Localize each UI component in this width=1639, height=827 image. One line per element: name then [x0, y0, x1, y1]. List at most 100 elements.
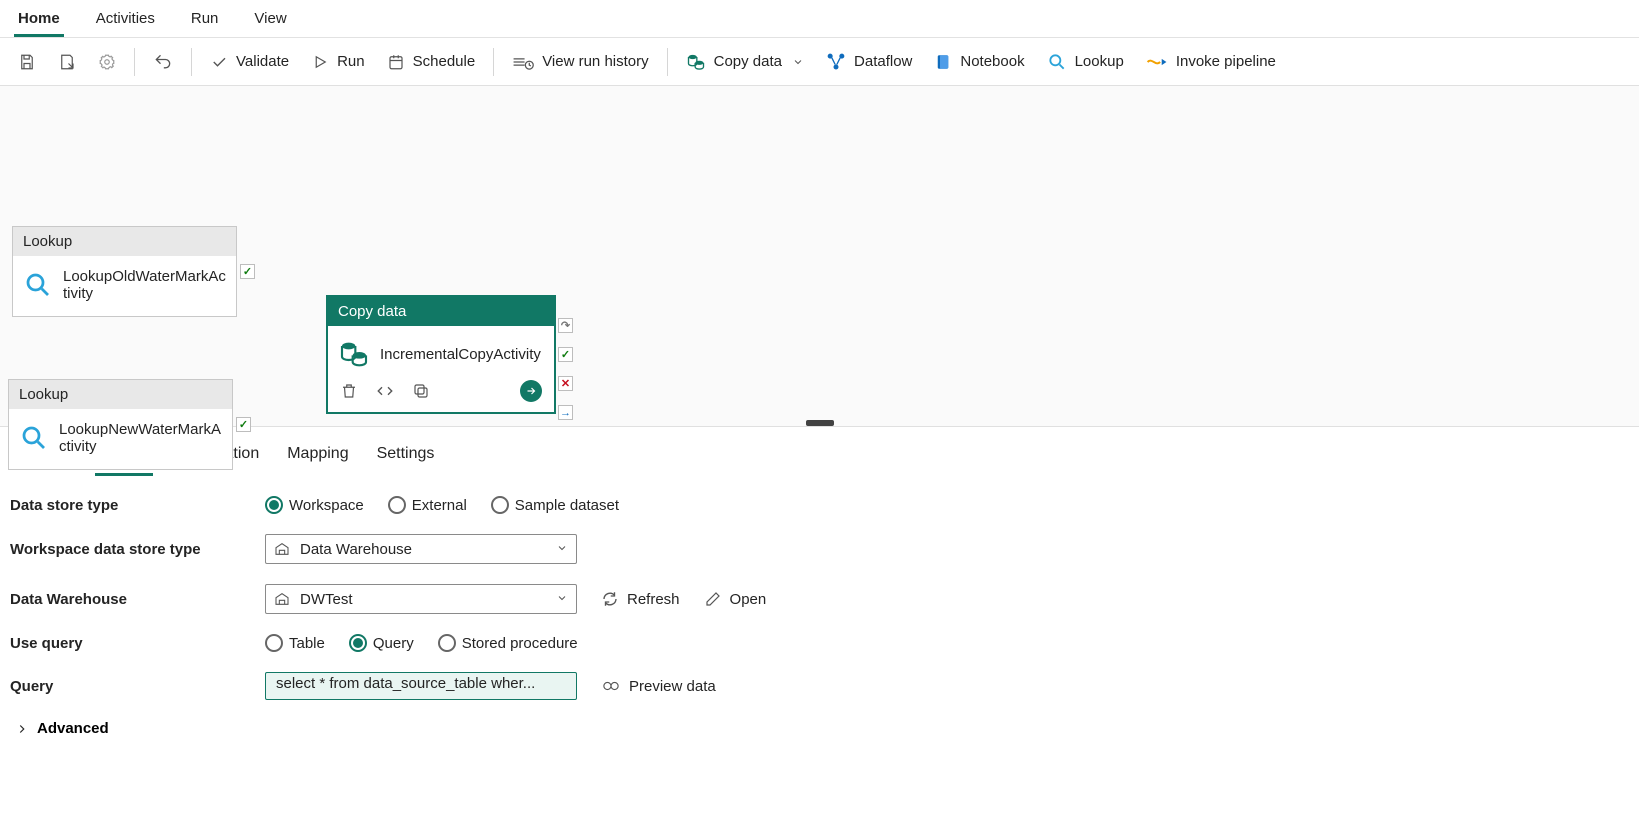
- tab-mapping[interactable]: Mapping: [285, 441, 350, 476]
- ws-type-dropdown[interactable]: Data Warehouse: [265, 534, 577, 564]
- view-history-label: View run history: [542, 53, 648, 70]
- notebook-button[interactable]: Notebook: [924, 47, 1034, 77]
- lookup-icon: [1047, 52, 1067, 72]
- node-lookup-new[interactable]: Lookup LookupNewWaterMarkActivity: [8, 379, 233, 470]
- port-success[interactable]: ✓: [558, 347, 573, 362]
- settings-button[interactable]: [88, 47, 126, 77]
- gear-icon: [98, 53, 116, 71]
- tab-activities[interactable]: Activities: [92, 6, 159, 37]
- advanced-label: Advanced: [37, 720, 109, 737]
- radio-table[interactable]: Table: [265, 634, 325, 652]
- invoke-label: Invoke pipeline: [1176, 53, 1276, 70]
- preview-icon: [601, 679, 621, 693]
- dataflow-label: Dataflow: [854, 53, 912, 70]
- delete-icon[interactable]: [340, 382, 358, 400]
- invoke-icon: [1146, 53, 1168, 71]
- tab-run[interactable]: Run: [187, 6, 223, 37]
- chevron-down-icon: [556, 541, 568, 558]
- node-copy-data[interactable]: Copy data IncrementalCopyActivity: [326, 295, 556, 414]
- lookup-icon: [19, 423, 49, 453]
- open-label: Open: [730, 591, 767, 608]
- copy-data-label: Copy data: [714, 53, 782, 70]
- refresh-button[interactable]: Refresh: [601, 590, 680, 608]
- validate-button[interactable]: Validate: [200, 47, 299, 77]
- radio-query[interactable]: Query: [349, 634, 414, 652]
- port-success[interactable]: ✓: [236, 417, 251, 432]
- toolbar-divider: [493, 48, 494, 76]
- top-tabs: Home Activities Run View: [0, 0, 1639, 38]
- toolbar: Validate Run Schedule View run history C…: [0, 38, 1639, 86]
- view-history-button[interactable]: View run history: [502, 47, 658, 77]
- lookup-icon: [23, 270, 53, 300]
- warehouse-icon: [274, 541, 290, 557]
- chevron-down-icon: [556, 591, 568, 608]
- toolbar-divider: [191, 48, 192, 76]
- copy-data-icon: [338, 338, 370, 370]
- refresh-label: Refresh: [627, 591, 680, 608]
- notebook-icon: [934, 53, 952, 71]
- dw-value: DWTest: [300, 591, 546, 608]
- port-skip[interactable]: ↷: [558, 318, 573, 333]
- dataflow-button[interactable]: Dataflow: [816, 46, 922, 78]
- undo-button[interactable]: [143, 46, 183, 78]
- node-header: Lookup: [13, 227, 236, 256]
- radio-sample[interactable]: Sample dataset: [491, 496, 619, 514]
- detail-tabs: General Source Destination Mapping Setti…: [0, 426, 1639, 476]
- save-as-button[interactable]: [48, 47, 86, 77]
- run-activity-button[interactable]: [520, 380, 542, 402]
- validate-label: Validate: [236, 53, 289, 70]
- run-label: Run: [337, 53, 365, 70]
- radio-sproc[interactable]: Stored procedure: [438, 634, 578, 652]
- check-icon: [210, 53, 228, 71]
- lookup-button[interactable]: Lookup: [1037, 46, 1134, 78]
- node-name: LookupOldWaterMarkActivity: [63, 268, 226, 302]
- node-name: IncrementalCopyActivity: [380, 346, 541, 363]
- warehouse-icon: [274, 591, 290, 607]
- save-icon: [18, 53, 36, 71]
- port-fail[interactable]: ✕: [558, 376, 573, 391]
- tab-home[interactable]: Home: [14, 6, 64, 37]
- preview-data-button[interactable]: Preview data: [601, 678, 716, 695]
- clone-icon[interactable]: [412, 382, 430, 400]
- tab-settings[interactable]: Settings: [375, 441, 437, 476]
- calendar-icon: [387, 53, 405, 71]
- dataflow-icon: [826, 52, 846, 72]
- node-lookup-old[interactable]: Lookup LookupOldWaterMarkActivity: [12, 226, 237, 317]
- schedule-label: Schedule: [413, 53, 476, 70]
- toolbar-divider: [667, 48, 668, 76]
- port-completion[interactable]: →: [558, 405, 573, 420]
- radio-external[interactable]: External: [388, 496, 467, 514]
- label-use-query: Use query: [10, 635, 265, 652]
- source-form: Data store type Workspace External Sampl…: [0, 476, 1639, 757]
- radio-workspace[interactable]: Workspace: [265, 496, 364, 514]
- panel-resize-handle[interactable]: [806, 420, 834, 426]
- port-success[interactable]: ✓: [240, 264, 255, 279]
- copy-data-button[interactable]: Copy data: [676, 46, 814, 78]
- connectors: [0, 86, 300, 236]
- pipeline-canvas[interactable]: Lookup LookupOldWaterMarkActivity ✓ Look…: [0, 86, 1639, 426]
- save-button[interactable]: [8, 47, 46, 77]
- refresh-icon: [601, 590, 619, 608]
- history-icon: [512, 53, 534, 71]
- ws-type-value: Data Warehouse: [300, 541, 546, 558]
- label-data-store-type: Data store type: [10, 497, 265, 514]
- query-input[interactable]: select * from data_source_table wher...: [265, 672, 577, 700]
- lookup-label: Lookup: [1075, 53, 1124, 70]
- advanced-toggle[interactable]: Advanced: [10, 720, 1629, 737]
- chevron-down-icon: [792, 56, 804, 68]
- label-dw: Data Warehouse: [10, 591, 265, 608]
- run-button[interactable]: Run: [301, 47, 375, 77]
- notebook-label: Notebook: [960, 53, 1024, 70]
- node-name: LookupNewWaterMarkActivity: [59, 421, 222, 455]
- node-header: Copy data: [328, 297, 554, 326]
- chevron-right-icon: [15, 722, 29, 736]
- schedule-button[interactable]: Schedule: [377, 47, 486, 77]
- dw-dropdown[interactable]: DWTest: [265, 584, 577, 614]
- code-icon[interactable]: [376, 382, 394, 400]
- toolbar-divider: [134, 48, 135, 76]
- open-button[interactable]: Open: [704, 590, 767, 608]
- save-as-icon: [58, 53, 76, 71]
- node-header: Lookup: [9, 380, 232, 409]
- invoke-pipeline-button[interactable]: Invoke pipeline: [1136, 47, 1286, 77]
- tab-view[interactable]: View: [250, 6, 290, 37]
